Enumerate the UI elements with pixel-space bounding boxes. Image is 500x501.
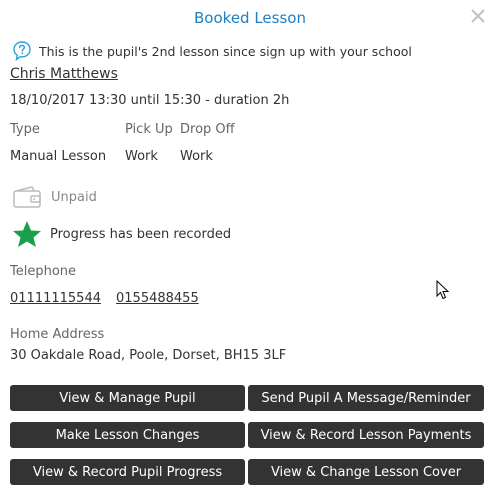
- address-value: 30 Oakdale Road, Poole, Dorset, BH15 3LF: [10, 348, 287, 363]
- lesson-count-info: This is the pupil's 2nd lesson since sig…: [11, 40, 412, 62]
- wallet-icon: [13, 186, 41, 208]
- progress-status: Progress has been recorded: [12, 220, 231, 248]
- pickup-value: Work: [125, 149, 158, 164]
- type-label: Type: [10, 122, 40, 137]
- telephone-label: Telephone: [10, 264, 77, 279]
- telephone-link[interactable]: 01111115544: [10, 291, 101, 306]
- close-icon[interactable]: [468, 6, 488, 26]
- record-lesson-payments-button[interactable]: View & Record Lesson Payments: [248, 422, 484, 448]
- make-lesson-changes-button[interactable]: Make Lesson Changes: [10, 422, 245, 448]
- lesson-datetime: 18/10/2017 13:30 until 15:30 - duration …: [10, 93, 290, 108]
- view-manage-pupil-button[interactable]: View & Manage Pupil: [10, 385, 245, 411]
- payment-status-text: Unpaid: [51, 189, 97, 205]
- pupil-name-link[interactable]: Chris Matthews: [10, 66, 118, 82]
- mouse-cursor-icon: [436, 280, 450, 300]
- type-value: Manual Lesson: [10, 149, 107, 164]
- change-lesson-cover-button[interactable]: View & Change Lesson Cover: [248, 459, 484, 485]
- dropoff-label: Drop Off: [180, 122, 235, 137]
- question-bubble-icon: [11, 40, 33, 62]
- payment-status: Unpaid: [12, 185, 97, 209]
- telephone-link[interactable]: 0155488455: [116, 291, 199, 306]
- modal-title: Booked Lesson: [194, 9, 306, 27]
- address-label: Home Address: [10, 327, 105, 342]
- send-message-button[interactable]: Send Pupil A Message/Reminder: [248, 385, 484, 411]
- record-pupil-progress-button[interactable]: View & Record Pupil Progress: [10, 459, 245, 485]
- pickup-label: Pick Up: [125, 122, 173, 137]
- progress-status-text: Progress has been recorded: [50, 226, 232, 242]
- star-icon: [13, 221, 41, 247]
- lesson-count-text: This is the pupil's 2nd lesson since sig…: [39, 43, 412, 59]
- dropoff-value: Work: [180, 149, 213, 164]
